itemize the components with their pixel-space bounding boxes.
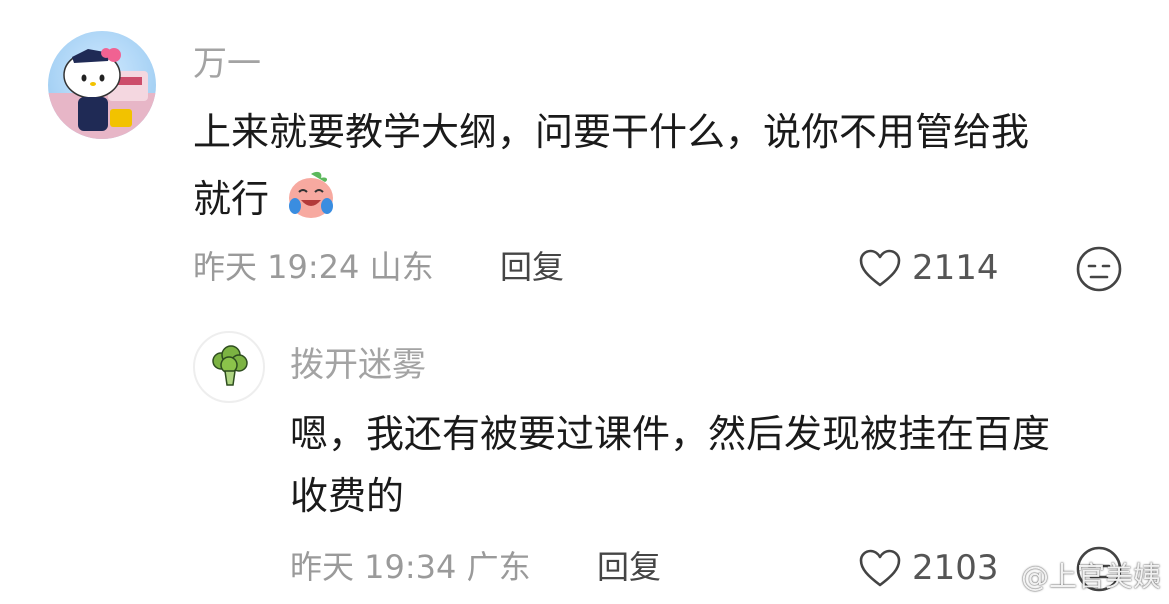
comment-meta: 昨天 19:24 山东 — [193, 247, 434, 287]
comment-text-line-2: 就行 — [193, 166, 339, 230]
meh-face-icon[interactable] — [1075, 245, 1123, 293]
reply-reply-button[interactable]: 回复 — [597, 547, 661, 587]
broccoli-avatar-icon — [212, 345, 248, 386]
heart-icon — [859, 249, 901, 287]
comment-time: 昨天 19:24 — [193, 248, 360, 286]
reply-avatar[interactable] — [193, 331, 265, 403]
reply-like-button[interactable]: 2103 — [858, 546, 999, 590]
reply-text-line-1: 嗯，我还有被要过课件，然后发现被挂在百度 — [290, 412, 1051, 456]
reply-username[interactable]: 拨开迷雾 — [290, 345, 426, 385]
comment-thread: 万一 上来就要教学大纲，问要干什么，说你不用管给我 就行 昨天 19:24 山东… — [0, 0, 1169, 604]
comment-text-line-2-text: 就行 — [193, 177, 270, 221]
avatar[interactable] — [48, 31, 156, 139]
crying-laughing-peach-emoji-icon — [289, 171, 334, 218]
hello-kitty-avatar-icon — [48, 48, 156, 139]
reply-time: 昨天 19:34 — [290, 548, 457, 586]
reply-text-line-2: 收费的 — [290, 474, 405, 518]
like-count: 2114 — [912, 248, 999, 288]
comment-text-line-1: 上来就要教学大纲，问要干什么，说你不用管给我 — [193, 110, 1030, 154]
like-button[interactable]: 2114 — [858, 246, 999, 290]
reply-meta: 昨天 19:34 广东 — [290, 547, 531, 587]
reply-location: 广东 — [466, 548, 531, 586]
reply-like-count: 2103 — [912, 548, 999, 588]
comment-location: 山东 — [369, 248, 434, 286]
watermark: @上官美姨 — [1020, 560, 1161, 593]
comment-username[interactable]: 万一 — [193, 44, 261, 84]
heart-icon — [859, 549, 901, 587]
reply-button[interactable]: 回复 — [500, 247, 564, 287]
